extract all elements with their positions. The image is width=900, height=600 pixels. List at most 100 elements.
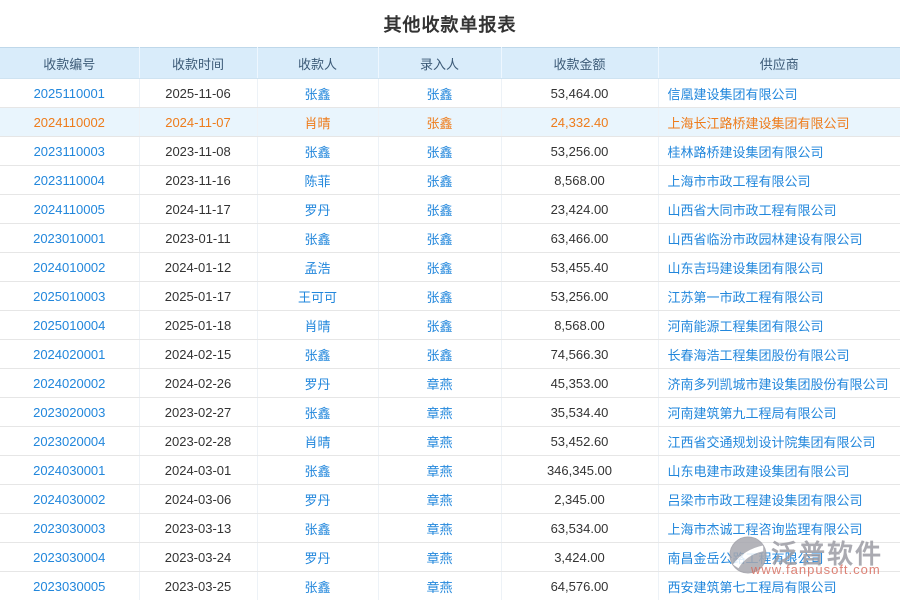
receipt-date-cell: 2023-02-27 — [139, 398, 257, 427]
receipt-id-link[interactable]: 2024010002 — [33, 260, 105, 275]
receipt-date-cell: 2025-11-06 — [139, 79, 257, 108]
table-row[interactable]: 2024030002 2024-03-06 罗丹 章燕 2,345.00 吕梁市… — [0, 485, 900, 514]
table-row[interactable]: 2024110005 2024-11-17 罗丹 张鑫 23,424.00 山西… — [0, 195, 900, 224]
supplier-link[interactable]: 山东吉玛建设集团有限公司 — [668, 261, 824, 276]
receipt-id-link[interactable]: 2023030003 — [33, 521, 105, 536]
supplier-link[interactable]: 河南能源工程集团有限公司 — [668, 319, 824, 334]
table-row[interactable]: 2024010002 2024-01-12 孟浩 张鑫 53,455.40 山东… — [0, 253, 900, 282]
receipt-id-cell: 2025110001 — [0, 79, 139, 108]
supplier-link[interactable]: 上海长江路桥建设集团有限公司 — [668, 116, 850, 131]
supplier-link[interactable]: 济南多列凯城市建设集团股份有限公司 — [668, 377, 889, 392]
receipt-date-cell: 2024-01-12 — [139, 253, 257, 282]
payee-name-cell: 张鑫 — [257, 398, 378, 427]
receipt-id-link[interactable]: 2023110003 — [34, 144, 105, 159]
receipt-id-link[interactable]: 2024020002 — [33, 376, 105, 391]
table-header: 收款编号 收款时间 收款人 录入人 收款金额 供应商 — [0, 48, 900, 79]
payee-name-cell: 张鑫 — [257, 79, 378, 108]
table-header-row: 收款编号 收款时间 收款人 录入人 收款金额 供应商 — [0, 48, 900, 79]
table-row[interactable]: 2024030001 2024-03-01 张鑫 章燕 346,345.00 山… — [0, 456, 900, 485]
supplier-link[interactable]: 江西省交通规划设计院集团有限公司 — [668, 435, 876, 450]
supplier-link[interactable]: 山西省临汾市政园林建设有限公司 — [668, 232, 863, 247]
supplier-cell: 江西省交通规划设计院集团有限公司 — [658, 427, 900, 456]
payee-name-cell: 张鑫 — [257, 572, 378, 600]
supplier-link[interactable]: 河南建筑第九工程局有限公司 — [668, 406, 837, 421]
receipt-id-link[interactable]: 2024110005 — [34, 202, 105, 217]
receipt-id-link[interactable]: 2023030005 — [33, 579, 105, 594]
receipt-date-cell: 2023-11-16 — [139, 166, 257, 195]
entry-person-cell: 张鑫 — [378, 224, 501, 253]
payee-name-cell: 罗丹 — [257, 485, 378, 514]
payee-name-cell: 肖晴 — [257, 108, 378, 137]
table-row[interactable]: 2023020003 2023-02-27 张鑫 章燕 35,534.40 河南… — [0, 398, 900, 427]
entry-person-cell: 张鑫 — [378, 253, 501, 282]
table-row[interactable]: 2023030003 2023-03-13 张鑫 章燕 63,534.00 上海… — [0, 514, 900, 543]
receipt-id-link[interactable]: 2024030001 — [33, 463, 105, 478]
receipt-id-link[interactable]: 2023110004 — [34, 173, 105, 188]
payee-name-cell: 罗丹 — [257, 195, 378, 224]
supplier-link[interactable]: 长春海浩工程集团股份有限公司 — [668, 348, 850, 363]
table-row[interactable]: 2024110002 2024-11-07 肖晴 张鑫 24,332.40 上海… — [0, 108, 900, 137]
receipt-date-cell: 2023-11-08 — [139, 137, 257, 166]
supplier-cell: 信凰建设集团有限公司 — [658, 79, 900, 108]
page-title: 其他收款单报表 — [0, 0, 900, 47]
col-header-entry-person: 录入人 — [378, 48, 501, 79]
table-row[interactable]: 2023110003 2023-11-08 张鑫 张鑫 53,256.00 桂林… — [0, 137, 900, 166]
supplier-cell: 江苏第一市政工程有限公司 — [658, 282, 900, 311]
table-row[interactable]: 2025010004 2025-01-18 肖晴 张鑫 8,568.00 河南能… — [0, 311, 900, 340]
receipt-id-link[interactable]: 2023030004 — [33, 550, 105, 565]
entry-person-cell: 章燕 — [378, 398, 501, 427]
entry-person-cell: 章燕 — [378, 514, 501, 543]
receipts-table: 收款编号 收款时间 收款人 录入人 收款金额 供应商 2025110001 20… — [0, 47, 900, 600]
receipt-amount-cell: 64,576.00 — [501, 572, 658, 600]
entry-person-cell: 张鑫 — [378, 79, 501, 108]
receipt-id-cell: 2023030005 — [0, 572, 139, 600]
receipt-id-cell: 2024020002 — [0, 369, 139, 398]
table-row[interactable]: 2023030004 2023-03-24 罗丹 章燕 3,424.00 南昌金… — [0, 543, 900, 572]
table-row[interactable]: 2023030005 2023-03-25 张鑫 章燕 64,576.00 西安… — [0, 572, 900, 600]
receipt-id-link[interactable]: 2025110001 — [34, 86, 105, 101]
receipt-amount-cell: 53,455.40 — [501, 253, 658, 282]
supplier-cell: 山东电建市政建设集团有限公司 — [658, 456, 900, 485]
receipt-id-link[interactable]: 2023020004 — [33, 434, 105, 449]
col-header-amount: 收款金额 — [501, 48, 658, 79]
receipt-id-link[interactable]: 2025010003 — [33, 289, 105, 304]
table-row[interactable]: 2023020004 2023-02-28 肖晴 章燕 53,452.60 江西… — [0, 427, 900, 456]
table-row[interactable]: 2025110001 2025-11-06 张鑫 张鑫 53,464.00 信凰… — [0, 79, 900, 108]
supplier-link[interactable]: 南昌金岳公路工程有限公司 — [668, 551, 824, 566]
receipt-id-link[interactable]: 2024030002 — [33, 492, 105, 507]
receipt-date-cell: 2023-01-11 — [139, 224, 257, 253]
supplier-link[interactable]: 信凰建设集团有限公司 — [668, 87, 798, 102]
supplier-link[interactable]: 上海市杰诚工程咨询监理有限公司 — [668, 522, 863, 537]
receipt-date-cell: 2025-01-17 — [139, 282, 257, 311]
receipt-amount-cell: 8,568.00 — [501, 311, 658, 340]
supplier-cell: 河南能源工程集团有限公司 — [658, 311, 900, 340]
supplier-link[interactable]: 西安建筑第七工程局有限公司 — [668, 580, 837, 595]
receipt-id-cell: 2024030001 — [0, 456, 139, 485]
supplier-link[interactable]: 吕梁市市政工程建设集团有限公司 — [668, 493, 863, 508]
table-row[interactable]: 2024020001 2024-02-15 张鑫 张鑫 74,566.30 长春… — [0, 340, 900, 369]
receipt-id-cell: 2023020004 — [0, 427, 139, 456]
entry-person-cell: 章燕 — [378, 456, 501, 485]
supplier-link[interactable]: 山西省大同市政工程有限公司 — [668, 203, 837, 218]
supplier-cell: 西安建筑第七工程局有限公司 — [658, 572, 900, 600]
receipt-id-link[interactable]: 2023010001 — [33, 231, 105, 246]
receipt-date-cell: 2025-01-18 — [139, 311, 257, 340]
supplier-link[interactable]: 上海市市政工程有限公司 — [668, 174, 811, 189]
supplier-link[interactable]: 江苏第一市政工程有限公司 — [668, 290, 824, 305]
receipt-id-link[interactable]: 2025010004 — [33, 318, 105, 333]
receipt-id-link[interactable]: 2024020001 — [33, 347, 105, 362]
receipt-id-link[interactable]: 2023020003 — [33, 405, 105, 420]
supplier-link[interactable]: 桂林路桥建设集团有限公司 — [668, 145, 824, 160]
receipt-id-link[interactable]: 2024110002 — [34, 115, 105, 130]
supplier-cell: 桂林路桥建设集团有限公司 — [658, 137, 900, 166]
supplier-cell: 上海市市政工程有限公司 — [658, 166, 900, 195]
table-row[interactable]: 2023110004 2023-11-16 陈菲 张鑫 8,568.00 上海市… — [0, 166, 900, 195]
receipt-amount-cell: 53,256.00 — [501, 282, 658, 311]
table-row[interactable]: 2024020002 2024-02-26 罗丹 章燕 45,353.00 济南… — [0, 369, 900, 398]
supplier-link[interactable]: 山东电建市政建设集团有限公司 — [668, 464, 850, 479]
table-row[interactable]: 2025010003 2025-01-17 王可可 张鑫 53,256.00 江… — [0, 282, 900, 311]
table-row[interactable]: 2023010001 2023-01-11 张鑫 张鑫 63,466.00 山西… — [0, 224, 900, 253]
receipt-date-cell: 2023-03-24 — [139, 543, 257, 572]
entry-person-cell: 张鑫 — [378, 108, 501, 137]
payee-name-cell: 罗丹 — [257, 543, 378, 572]
